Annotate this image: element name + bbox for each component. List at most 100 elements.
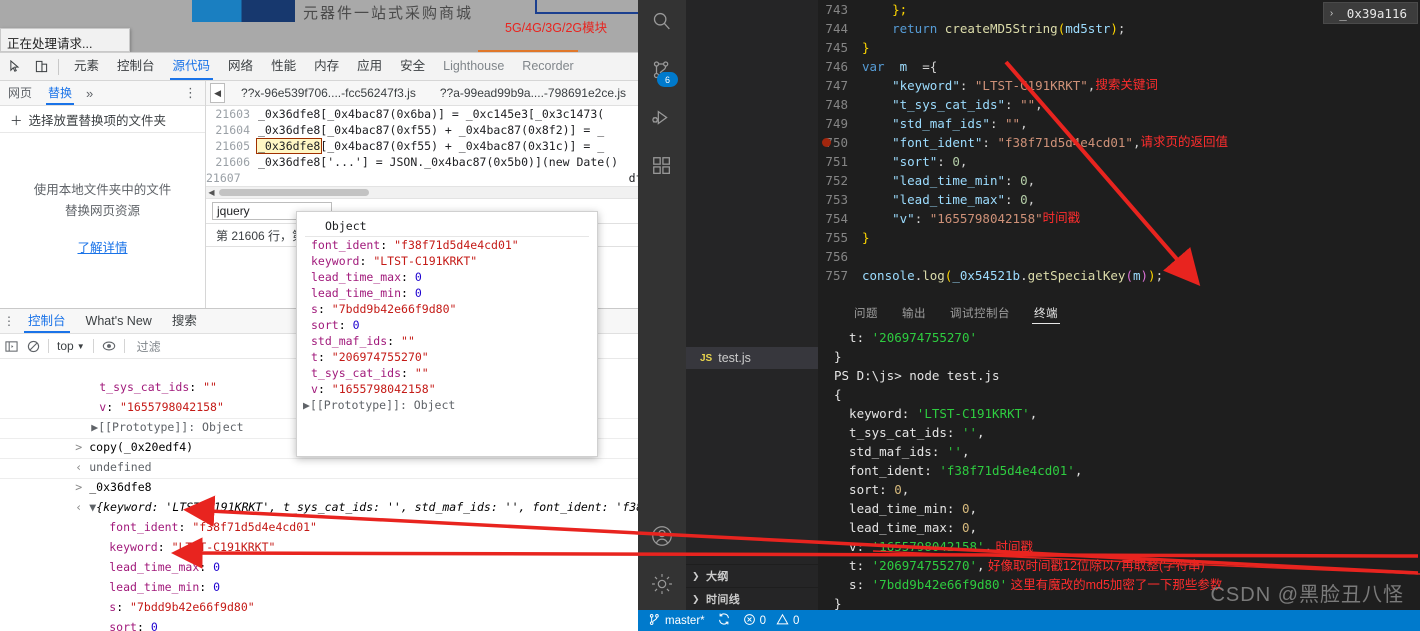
toolbar-divider (58, 58, 59, 75)
prototype-label: [[Prototype]]: Object (98, 420, 244, 434)
code-line: 21604 _0x36dfe8[_0x4bac87(0xf55) + _0x4b… (206, 122, 638, 138)
popup-property-row: lead_time_max: 0 (311, 270, 422, 284)
popup-property-row: std_maf_ids: "" (311, 334, 415, 348)
clear-console-icon[interactable] (22, 335, 44, 357)
panel-tab-output[interactable]: 输出 (890, 300, 938, 328)
editor-line: 755} (818, 228, 1420, 247)
popup-prototype-row[interactable]: ▶[[Prototype]]: Object (297, 397, 597, 413)
learn-more-link[interactable]: 了解详情 (77, 237, 127, 256)
status-branch[interactable]: master* (648, 613, 705, 629)
terminal-line: { (834, 387, 842, 402)
devtools-tab-console[interactable]: 控制台 (108, 53, 164, 80)
source-tab-2[interactable]: ??a-99ead99b9a....-798691e2ce.js (428, 81, 638, 105)
editor-line-number: 756 (825, 249, 848, 264)
navigator-kebab-icon[interactable]: ⋮ (184, 85, 197, 101)
devtools-tab-memory[interactable]: 内存 (305, 53, 348, 80)
terminal-line: lead_time_min: 0, (834, 501, 977, 516)
activity-item-settings[interactable] (638, 562, 686, 610)
scroll-left-icon[interactable]: ◀ (206, 188, 217, 197)
explorer-file-item[interactable]: JS test.js (686, 347, 818, 369)
source-code-view[interactable]: 21603 _0x36dfe8[_0x4bac87(0x6ba)] = _0xc… (206, 106, 638, 186)
input-arrow-icon: > (75, 440, 83, 454)
toggle-device-toolbar-icon[interactable] (30, 56, 52, 77)
terminal-line: t_sys_cat_ids: '', (834, 425, 985, 440)
activity-item-account[interactable] (638, 514, 686, 562)
output-arrow-icon: ‹ (75, 500, 83, 514)
editor-line-number: 754 (825, 211, 848, 226)
line-number: 21605 (215, 139, 250, 153)
sidebar-section-outline[interactable]: ❯ 大纲 (686, 564, 818, 587)
input-arrow-icon: > (75, 480, 83, 494)
navigator-toggle-icon[interactable]: ◀ (210, 83, 226, 103)
navigator-tab-page[interactable]: 网页 (0, 81, 40, 105)
select-overrides-folder-button[interactable]: ＋ 选择放置替换项的文件夹 (0, 106, 205, 133)
panel-tab-terminal[interactable]: 终端 (1022, 300, 1070, 328)
breakpoint-dot[interactable] (822, 138, 831, 147)
activity-item-source-control[interactable]: 6 (638, 48, 686, 96)
terminal-annotation: 好像取时间戳12位除以7再取整(字符串) (984, 559, 1205, 573)
panel-tabbar: 问题 输出 调试控制台 终端 (818, 300, 1420, 328)
activity-item-run-debug[interactable] (638, 96, 686, 144)
editor-line: 750 "font_ident": "f38f71d5d4e4cd01", 请求页… (818, 133, 1420, 152)
chevron-right-icon: ❯ (692, 593, 700, 604)
navigator-tab-overrides[interactable]: 替换 (40, 81, 80, 105)
editor-line-number: 752 (825, 173, 848, 188)
bottom-panel: 问题 输出 调试控制台 终端 t: '206974755270'} PS D:\j… (818, 300, 1420, 630)
line-text: _0x36dfe8[_0x4bac87(0x6ba)] = _0xc145e3[… (258, 107, 605, 121)
devtools-tab-sources[interactable]: 源代码 (164, 53, 220, 80)
devtools-tab-application[interactable]: 应用 (348, 53, 391, 80)
console-sidebar-icon[interactable] (0, 335, 22, 357)
scrollbar-thumb[interactable] (219, 189, 369, 196)
property-key: s (311, 302, 318, 316)
editor-line-code: }; (892, 2, 908, 17)
inspect-element-icon[interactable] (4, 56, 26, 77)
devtools-tab-recorder[interactable]: Recorder (513, 53, 582, 80)
extensions-icon (651, 155, 673, 182)
drawer-tab-whats-new[interactable]: What's New (76, 309, 162, 333)
source-horizontal-scrollbar[interactable]: ◀ (206, 186, 638, 199)
editor-line-number: 743 (825, 2, 848, 17)
property-key: keyword (109, 540, 158, 554)
terminal-line: v: '1655798042158', 时间戳 (834, 539, 1034, 554)
hovered-token[interactable]: _0x36dfe8 (256, 138, 323, 154)
devtools-tab-lighthouse[interactable]: Lighthouse (434, 53, 513, 80)
drawer-tab-search[interactable]: 搜索 (162, 309, 207, 333)
terminal-line: } (834, 349, 842, 364)
expand-triangle-icon[interactable]: ▶ (303, 398, 310, 412)
editor-line-number: 753 (825, 192, 848, 207)
console-input-text: _0x36dfe8 (89, 480, 152, 494)
toolbar-divider (48, 339, 49, 353)
editor-line-number: 744 (825, 21, 848, 36)
sidebar-section-timeline[interactable]: ❯ 时间线 (686, 587, 818, 610)
devtools-tab-performance[interactable]: 性能 (262, 53, 305, 80)
javascript-file-icon: JS (700, 352, 713, 364)
popup-property-row: keyword: "LTST-C191KRKT" (311, 254, 478, 268)
panel-tab-debug-console[interactable]: 调试控制台 (938, 300, 1022, 328)
console-settings-eye-icon[interactable] (98, 335, 120, 357)
settings-gear-icon (650, 572, 674, 601)
editor-line-code: "font_ident": "f38f71d5d4e4cd01", (892, 135, 1141, 150)
devtools-tab-elements[interactable]: 元素 (65, 53, 108, 80)
source-tab-1[interactable]: ??x-96e539f706....-fcc56247f3.js (229, 81, 428, 105)
editor-line-number: 757 (825, 268, 848, 283)
devtools-tab-network[interactable]: 网络 (219, 53, 262, 80)
code-editor[interactable]: › _0x39a116 743 }; 744 return createMD5St… (818, 0, 1420, 300)
status-problems[interactable]: 0 0 (743, 613, 799, 629)
activity-item-search[interactable] (638, 0, 686, 48)
devtools-tab-security[interactable]: 安全 (391, 53, 434, 80)
drawer-tab-console[interactable]: 控制台 (18, 309, 76, 333)
activity-item-extensions[interactable] (638, 144, 686, 192)
editor-line-code: "v": "1655798042158" (892, 211, 1043, 226)
debug-variable-chip[interactable]: › _0x39a116 (1322, 2, 1418, 24)
property-key: keyword (311, 254, 360, 268)
navigator-more-icon[interactable]: » (80, 86, 99, 101)
terminal-annotation: 时间戳 (992, 540, 1034, 554)
toolbar-divider (92, 339, 94, 353)
console-context-selector[interactable]: top ▼ (53, 339, 89, 353)
property-key: font_ident (109, 520, 179, 534)
run-debug-icon (651, 107, 673, 134)
panel-tab-problems[interactable]: 问题 (842, 300, 890, 328)
status-sync[interactable] (717, 612, 731, 629)
console-output-text: undefined (89, 460, 152, 474)
drawer-kebab-icon[interactable]: ⋮ (0, 314, 18, 328)
